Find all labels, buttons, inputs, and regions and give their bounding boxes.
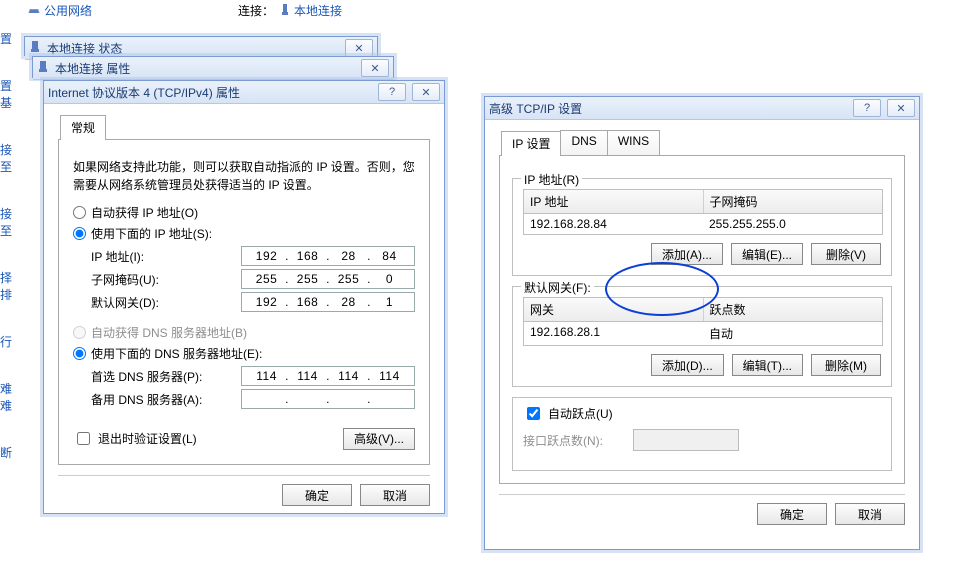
cell-ip: 192.168.28.84 — [524, 214, 703, 234]
ip-address-label: IP 地址(I): — [91, 248, 241, 265]
cell-mask: 255.255.255.0 — [703, 214, 882, 234]
delete-ip-button[interactable]: 删除(V) — [811, 243, 881, 265]
cancel-button[interactable]: 取消 — [835, 503, 905, 525]
connection-status-window: 本地连接 状态 ✕ — [24, 36, 378, 56]
radio-auto-dns-label: 自动获得 DNS 服务器地址(B) — [91, 324, 247, 341]
col-metric: 跃点数 — [704, 298, 883, 321]
sidebar-frag: 断 — [0, 444, 20, 461]
help-button[interactable]: ? — [378, 83, 406, 101]
network-type-label: 公用网络 — [44, 2, 92, 19]
col-ip-address: IP 地址 — [524, 190, 704, 213]
col-subnet-mask: 子网掩码 — [704, 190, 883, 213]
background-sidebar: 置 置基 接至 接至 择排 行 难难 断 — [0, 0, 20, 572]
sidebar-frag: 难难 — [0, 380, 20, 414]
advanced-tabstrip: IP 设置 DNS WINS — [499, 130, 905, 156]
close-icon[interactable]: ✕ — [412, 83, 440, 101]
ip-addresses-group: IP 地址(R) IP 地址 子网掩码 192.168.28.84 255.25… — [512, 178, 892, 276]
sidebar-frag: 置基 — [0, 77, 20, 111]
default-gateway-label: 默认网关(D): — [91, 294, 241, 311]
interface-metric-input — [633, 429, 739, 451]
radio-use-dns-input[interactable] — [73, 347, 86, 360]
connection-name: 本地连接 — [294, 2, 342, 19]
sidebar-frag: 接至 — [0, 205, 20, 239]
table-row[interactable]: 192.168.28.1 自动 — [524, 322, 882, 345]
radio-auto-dns-input — [73, 326, 86, 339]
network-type-link[interactable]: 公用网络 — [28, 2, 92, 19]
ip-address-field[interactable]: 192. 168. 28. 84 — [241, 246, 415, 266]
gateways-table[interactable]: 网关 跃点数 192.168.28.1 自动 — [523, 297, 883, 346]
sidebar-frag: 置 — [0, 30, 20, 47]
bench-icon — [28, 4, 40, 16]
validate-on-exit-label: 退出时验证设置(L) — [98, 430, 197, 447]
advanced-tcpip-dialog: 高级 TCP/IP 设置 ? ✕ IP 设置 DNS WINS IP 地址(R)… — [484, 96, 920, 550]
validate-on-exit-input[interactable] — [77, 432, 90, 445]
radio-auto-dns: 自动获得 DNS 服务器地址(B) — [73, 324, 415, 341]
tab-general[interactable]: 常规 — [60, 115, 106, 140]
default-gateways-legend: 默认网关(F): — [521, 279, 594, 296]
connection-icon — [37, 61, 49, 76]
advanced-button[interactable]: 高级(V)... — [343, 428, 415, 450]
ipv4-info-text: 如果网络支持此功能，则可以获取自动指派的 IP 设置。否则，您需要从网络系统管理… — [73, 158, 415, 194]
default-gateways-group: 默认网关(F): 网关 跃点数 192.168.28.1 自动 添加(D)...… — [512, 286, 892, 387]
dns-primary-label: 首选 DNS 服务器(P): — [91, 368, 241, 385]
connection-properties-window: 本地连接 属性 ✕ — [32, 56, 394, 78]
subnet-mask-label: 子网掩码(U): — [91, 271, 241, 288]
advanced-dialog-title: 高级 TCP/IP 设置 — [489, 100, 847, 117]
interface-metric-label: 接口跃点数(N): — [523, 432, 633, 449]
tab-dns[interactable]: DNS — [560, 130, 607, 155]
dns-primary-field[interactable]: 114. 114. 114. 114 — [241, 366, 415, 386]
validate-on-exit-checkbox[interactable]: 退出时验证设置(L) — [73, 429, 197, 448]
auto-metric-checkbox[interactable]: 自动跃点(U) — [523, 404, 881, 423]
topbar: 公用网络 连接： 本地连接 — [28, 0, 388, 20]
delete-gateway-button[interactable]: 删除(M) — [811, 354, 881, 376]
connection-icon — [280, 4, 290, 16]
close-icon[interactable]: ✕ — [345, 39, 373, 57]
tab-ip-settings[interactable]: IP 设置 — [501, 131, 561, 156]
connect-label: 连接： — [238, 2, 274, 19]
add-ip-button[interactable]: 添加(A)... — [651, 243, 723, 265]
radio-use-dns-label: 使用下面的 DNS 服务器地址(E): — [91, 345, 262, 362]
dns-secondary-field[interactable]: . . . — [241, 389, 415, 409]
ip-addresses-legend: IP 地址(R) — [521, 171, 582, 188]
ok-button[interactable]: 确定 — [757, 503, 827, 525]
dns-secondary-label: 备用 DNS 服务器(A): — [91, 391, 241, 408]
radio-auto-ip-label: 自动获得 IP 地址(O) — [91, 204, 198, 221]
close-icon[interactable]: ✕ — [361, 59, 389, 77]
radio-use-ip[interactable]: 使用下面的 IP 地址(S): — [73, 225, 415, 242]
radio-auto-ip[interactable]: 自动获得 IP 地址(O) — [73, 204, 415, 221]
sidebar-frag: 接至 — [0, 141, 20, 175]
col-gateway: 网关 — [524, 298, 704, 321]
ipv4-properties-dialog: Internet 协议版本 4 (TCP/IPv4) 属性 ? ✕ 常规 如果网… — [43, 80, 445, 514]
auto-metric-input[interactable] — [527, 407, 540, 420]
ipv4-tabstrip: 常规 — [58, 114, 430, 140]
edit-gateway-button[interactable]: 编辑(T)... — [732, 354, 803, 376]
radio-auto-ip-input[interactable] — [73, 206, 86, 219]
connection-icon — [29, 41, 41, 56]
ok-button[interactable]: 确定 — [282, 484, 352, 506]
radio-use-ip-input[interactable] — [73, 227, 86, 240]
auto-metric-label: 自动跃点(U) — [548, 405, 613, 422]
connection-link[interactable]: 本地连接 — [280, 2, 342, 19]
tab-wins[interactable]: WINS — [607, 130, 660, 155]
default-gateway-field[interactable]: 192. 168. 28. 1 — [241, 292, 415, 312]
sidebar-frag: 择排 — [0, 269, 20, 303]
cancel-button[interactable]: 取消 — [360, 484, 430, 506]
help-button[interactable]: ? — [853, 99, 881, 117]
close-icon[interactable]: ✕ — [887, 99, 915, 117]
ip-addresses-table[interactable]: IP 地址 子网掩码 192.168.28.84 255.255.255.0 — [523, 189, 883, 235]
auto-metric-group: 自动跃点(U) 接口跃点数(N): — [512, 397, 892, 471]
status-window-title: 本地连接 状态 — [47, 40, 339, 57]
properties-window-title: 本地连接 属性 — [55, 60, 355, 77]
ipv4-dialog-title: Internet 协议版本 4 (TCP/IPv4) 属性 — [48, 84, 372, 101]
sidebar-frag: 行 — [0, 333, 20, 350]
subnet-mask-field[interactable]: 255. 255. 255. 0 — [241, 269, 415, 289]
add-gateway-button[interactable]: 添加(D)... — [651, 354, 724, 376]
radio-use-dns[interactable]: 使用下面的 DNS 服务器地址(E): — [73, 345, 415, 362]
radio-use-ip-label: 使用下面的 IP 地址(S): — [91, 225, 212, 242]
table-row[interactable]: 192.168.28.84 255.255.255.0 — [524, 214, 882, 234]
cell-metric: 自动 — [703, 322, 882, 345]
cell-gateway: 192.168.28.1 — [524, 322, 703, 345]
edit-ip-button[interactable]: 编辑(E)... — [731, 243, 803, 265]
